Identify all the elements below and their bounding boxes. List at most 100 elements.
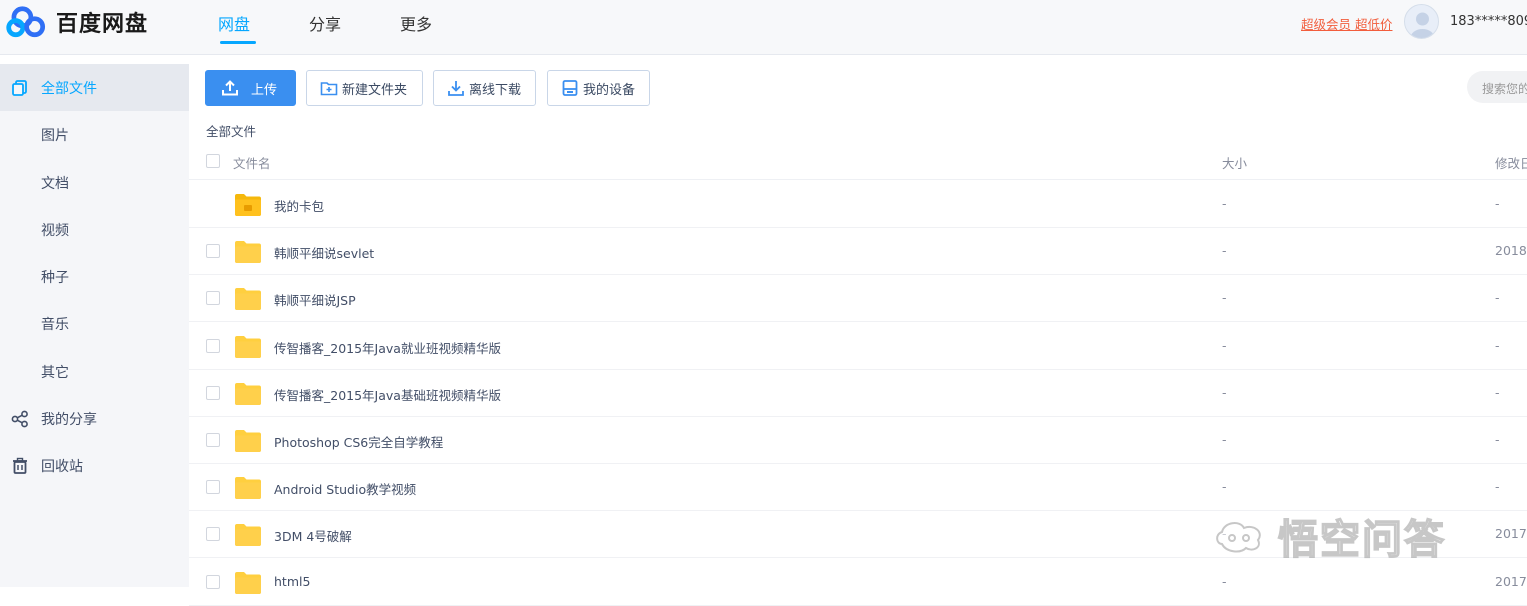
folder-icon <box>235 477 261 500</box>
column-header-name[interactable]: 文件名 <box>233 153 271 172</box>
table-row[interactable]: 传智播客_2015年Java基础班视频精华版 - - <box>189 370 1527 417</box>
file-name[interactable]: 传智播客_2015年Java就业班视频精华版 <box>274 338 501 357</box>
nav-share[interactable]: 分享 <box>309 0 400 55</box>
sidebar-item-label: 音乐 <box>41 316 69 333</box>
sidebar-item-label: 其它 <box>41 364 69 381</box>
folder-icon <box>235 382 261 405</box>
user-avatar-icon <box>1410 12 1435 38</box>
row-checkbox[interactable] <box>206 385 220 400</box>
sidebar-item-label: 回收站 <box>41 458 83 475</box>
file-name[interactable]: 传智播客_2015年Java基础班视频精华版 <box>274 385 501 404</box>
file-name[interactable]: 我的卡包 <box>274 196 324 215</box>
trash-icon <box>13 457 27 474</box>
row-checkbox[interactable] <box>206 291 220 306</box>
upload-button[interactable]: 上传 <box>205 70 296 106</box>
file-name[interactable]: 3DM 4号破解 <box>274 526 352 545</box>
file-size: - <box>1222 290 1227 306</box>
new-folder-button[interactable]: 新建文件夹 <box>306 70 423 106</box>
my-devices-button[interactable]: 我的设备 <box>547 70 650 106</box>
file-size: - <box>1222 337 1227 353</box>
app-logo[interactable]: 百度网盘 <box>6 4 148 40</box>
file-size: - <box>1222 573 1227 589</box>
vip-promo-link[interactable]: 超级会员 超低价 <box>1301 14 1392 33</box>
sidebar-item-music[interactable]: 音乐 <box>0 300 189 347</box>
select-all-checkbox[interactable] <box>206 154 220 168</box>
column-header-size[interactable]: 大小 <box>1222 153 1247 172</box>
file-size: - <box>1222 243 1227 259</box>
file-date: - <box>1495 337 1500 353</box>
file-name[interactable]: 韩顺平细说JSP <box>274 290 356 309</box>
file-name[interactable]: Android Studio教学视频 <box>274 479 416 498</box>
watermark: 悟空问答 <box>1212 508 1446 564</box>
row-checkbox[interactable] <box>206 338 220 353</box>
sidebar-item-label: 视频 <box>41 222 69 239</box>
folder-icon <box>235 430 261 452</box>
sidebar-item-label: 全部文件 <box>41 80 97 97</box>
table-row[interactable]: Android Studio教学视频 - - <box>189 464 1527 512</box>
file-date: 2018- <box>1495 243 1527 259</box>
file-date: 2017- <box>1495 526 1527 542</box>
main-nav: 网盘 分享 更多 <box>218 0 491 55</box>
table-row[interactable]: 韩顺平细说sevlet - 2018- <box>189 228 1527 276</box>
file-size: - <box>1222 384 1227 400</box>
sidebar: 全部文件 图片 文档 视频 种子 音乐 其它 我的分享 回收站 <box>0 64 189 587</box>
watermark-text: 悟空问答 <box>1277 516 1446 564</box>
row-checkbox[interactable] <box>206 433 220 447</box>
table-row[interactable]: 韩顺平细说JSP - - <box>189 275 1527 323</box>
row-checkbox[interactable] <box>206 574 220 589</box>
file-date: 2017- <box>1495 573 1527 589</box>
my-devices-button-label: 我的设备 <box>583 82 636 98</box>
table-row[interactable]: 传智播客_2015年Java就业班视频精华版 - - <box>189 323 1527 370</box>
row-checkbox[interactable] <box>206 244 220 259</box>
share-icon <box>11 410 28 428</box>
file-size: - <box>1222 479 1227 495</box>
row-checkbox[interactable] <box>206 527 220 542</box>
file-size: - <box>1222 432 1227 447</box>
avatar[interactable] <box>1404 4 1439 39</box>
sidebar-item-torrents[interactable]: 种子 <box>0 253 189 300</box>
username[interactable]: 183*****809 <box>1450 14 1527 29</box>
table-row[interactable]: html5 - 2017- <box>189 559 1527 606</box>
row-checkbox[interactable] <box>206 480 220 495</box>
column-header-date[interactable]: 修改日期 <box>1495 153 1527 172</box>
table-row[interactable]: 我的卡包 - - <box>189 181 1527 228</box>
sidebar-item-label: 种子 <box>41 269 69 286</box>
upload-button-label: 上传 <box>251 82 278 98</box>
file-date: - <box>1495 196 1500 211</box>
new-folder-icon <box>320 82 338 96</box>
file-date: - <box>1495 290 1500 306</box>
sidebar-item-documents[interactable]: 文档 <box>0 159 189 206</box>
nav-more[interactable]: 更多 <box>400 0 491 55</box>
upload-icon <box>222 80 238 96</box>
sidebar-item-recycle-bin[interactable]: 回收站 <box>0 442 189 489</box>
file-name[interactable]: 韩顺平细说sevlet <box>274 243 374 262</box>
files-icon <box>12 80 27 96</box>
sidebar-item-label: 图片 <box>41 127 69 144</box>
file-date: - <box>1495 432 1500 447</box>
breadcrumb[interactable]: 全部文件 <box>206 121 256 140</box>
folder-icon <box>235 288 261 311</box>
file-name[interactable]: html5 <box>274 574 310 589</box>
wukong-logo-icon <box>1216 522 1261 553</box>
sidebar-item-my-shares[interactable]: 我的分享 <box>0 395 189 442</box>
search-input[interactable]: 搜索您的 <box>1467 71 1527 103</box>
offline-download-button[interactable]: 离线下载 <box>433 70 536 106</box>
top-bar: 百度网盘 网盘 分享 更多 超级会员 超低价 183*****809 <box>0 0 1527 55</box>
baidu-cloud-logo-icon <box>6 6 46 38</box>
folder-icon <box>235 335 261 358</box>
file-name[interactable]: Photoshop CS6完全自学教程 <box>274 432 443 451</box>
folder-icon <box>235 524 261 547</box>
folder-icon <box>235 571 261 594</box>
device-icon <box>562 80 578 96</box>
folder-icon <box>235 241 261 264</box>
sidebar-item-videos[interactable]: 视频 <box>0 206 189 253</box>
table-row[interactable]: Photoshop CS6完全自学教程 - - <box>189 417 1527 464</box>
table-header: 文件名 大小 修改日期 <box>189 145 1527 180</box>
sidebar-item-other[interactable]: 其它 <box>0 348 189 395</box>
offline-download-button-label: 离线下载 <box>469 82 522 98</box>
sidebar-item-all-files[interactable]: 全部文件 <box>0 64 189 111</box>
sidebar-item-images[interactable]: 图片 <box>0 111 189 158</box>
sidebar-item-label: 文档 <box>41 175 69 192</box>
nav-netdisk[interactable]: 网盘 <box>218 0 309 55</box>
logo-text: 百度网盘 <box>56 12 149 37</box>
